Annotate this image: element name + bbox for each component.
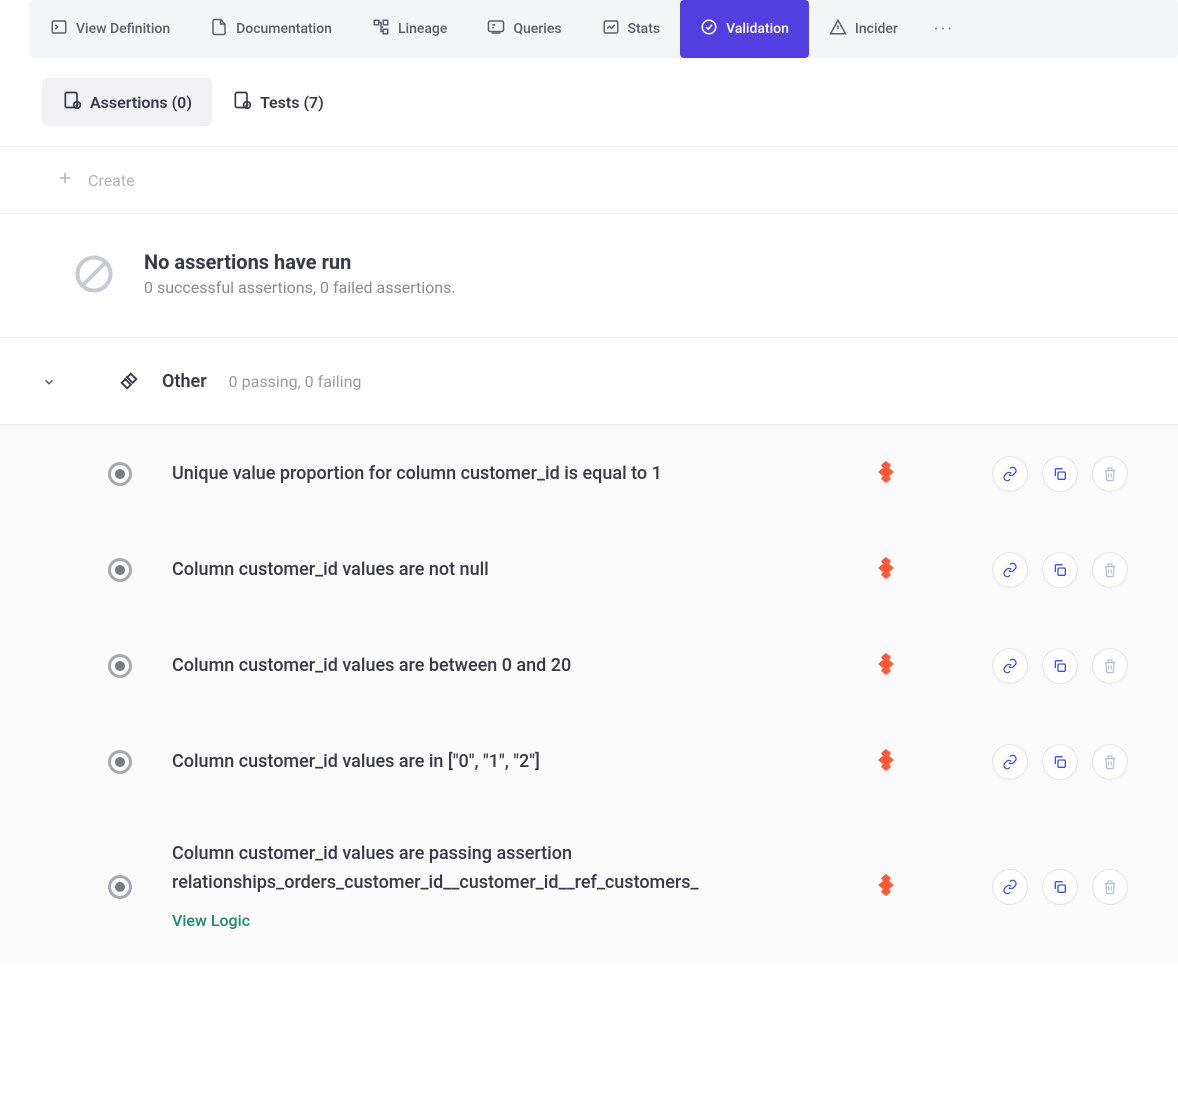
tab-label: Documentation xyxy=(236,21,332,37)
rule-actions xyxy=(992,456,1128,492)
rule-text: Column customer_id values are passing as… xyxy=(172,840,832,933)
chevron-down-icon[interactable] xyxy=(42,374,56,388)
rule-text: Column customer_id values are between 0 … xyxy=(172,652,832,681)
rule-actions xyxy=(992,869,1128,905)
rule-text: Column customer_id values are not null xyxy=(172,556,832,585)
lineage-icon xyxy=(372,18,390,40)
rule-status-indicator xyxy=(108,750,132,774)
view-logic-link[interactable]: View Logic xyxy=(172,908,812,934)
group-name: Other xyxy=(162,371,207,392)
rule-row: Column customer_id values are passing as… xyxy=(0,810,1178,963)
empty-title: No assertions have run xyxy=(144,250,456,274)
tab-label: Queries xyxy=(513,21,561,37)
rule-text: Unique value proportion for column custo… xyxy=(172,460,832,489)
queries-icon xyxy=(487,18,505,40)
tab-view-definition[interactable]: View Definition xyxy=(30,0,190,58)
validation-icon xyxy=(700,18,718,40)
copy-button[interactable] xyxy=(1042,552,1078,588)
empty-icon xyxy=(72,252,116,296)
delete-button[interactable] xyxy=(1092,648,1128,684)
empty-subtitle: 0 successful assertions, 0 failed assert… xyxy=(144,278,456,297)
rule-text: Column customer_id values are in ["0", "… xyxy=(172,748,832,777)
link-button[interactable] xyxy=(992,552,1028,588)
copy-button[interactable] xyxy=(1042,869,1078,905)
empty-state: No assertions have run 0 successful asse… xyxy=(0,214,1178,338)
validation-subtabs: Assertions (0) Tests (7) xyxy=(0,58,1178,147)
link-button[interactable] xyxy=(992,744,1028,780)
link-button[interactable] xyxy=(992,869,1028,905)
copy-button[interactable] xyxy=(1042,744,1078,780)
tab-label: View Definition xyxy=(76,21,170,37)
tab-stats[interactable]: Stats xyxy=(582,0,681,58)
create-button[interactable]: Create xyxy=(0,147,1178,214)
tab-lineage[interactable]: Lineage xyxy=(352,0,467,58)
copy-button[interactable] xyxy=(1042,456,1078,492)
dbt-icon xyxy=(872,747,902,777)
rule-row: Column customer_id values are in ["0", "… xyxy=(0,714,1178,810)
delete-button[interactable] xyxy=(1092,552,1128,588)
subtab-assertions[interactable]: Assertions (0) xyxy=(42,78,212,126)
rule-status-indicator xyxy=(108,654,132,678)
tests-icon xyxy=(232,90,252,114)
view-definition-icon xyxy=(50,18,68,40)
tab-label: Incider xyxy=(855,21,898,37)
subtab-label: Assertions (0) xyxy=(90,93,192,112)
dbt-icon xyxy=(872,459,902,489)
tab-queries[interactable]: Queries xyxy=(467,0,581,58)
tab-documentation[interactable]: Documentation xyxy=(190,0,352,58)
stats-icon xyxy=(602,18,620,40)
plug-icon xyxy=(118,370,140,392)
dbt-icon xyxy=(872,555,902,585)
document-icon xyxy=(210,18,228,40)
tabs-overflow-button[interactable]: ··· xyxy=(918,19,970,40)
rule-row: Column customer_id values are not null xyxy=(0,522,1178,618)
rule-status-indicator xyxy=(108,462,132,486)
rules-list: Unique value proportion for column custo… xyxy=(0,425,1178,963)
tab-label: Lineage xyxy=(398,21,447,37)
rule-row: Column customer_id values are between 0 … xyxy=(0,618,1178,714)
subtab-tests[interactable]: Tests (7) xyxy=(212,78,344,126)
tab-incidents[interactable]: Incider xyxy=(809,0,918,58)
group-other-header[interactable]: Other 0 passing, 0 failing xyxy=(0,338,1178,425)
main-tabnav: View Definition Documentation Lineage Qu… xyxy=(30,0,1178,58)
tab-label: Stats xyxy=(628,21,661,37)
subtab-label: Tests (7) xyxy=(260,93,324,112)
assertions-icon xyxy=(62,90,82,114)
delete-button[interactable] xyxy=(1092,744,1128,780)
incidents-icon xyxy=(829,18,847,40)
create-label: Create xyxy=(88,171,135,190)
rule-row: Unique value proportion for column custo… xyxy=(0,426,1178,522)
copy-button[interactable] xyxy=(1042,648,1078,684)
delete-button[interactable] xyxy=(1092,869,1128,905)
link-button[interactable] xyxy=(992,648,1028,684)
plus-icon xyxy=(56,169,74,191)
dbt-icon xyxy=(872,651,902,681)
tab-validation[interactable]: Validation xyxy=(680,0,809,58)
link-button[interactable] xyxy=(992,456,1028,492)
rule-status-indicator xyxy=(108,558,132,582)
tab-label: Validation xyxy=(726,21,789,37)
rule-actions xyxy=(992,744,1128,780)
rule-actions xyxy=(992,552,1128,588)
rule-actions xyxy=(992,648,1128,684)
group-meta: 0 passing, 0 failing xyxy=(229,372,362,391)
dbt-icon xyxy=(872,872,902,902)
rule-status-indicator xyxy=(108,875,132,899)
delete-button[interactable] xyxy=(1092,456,1128,492)
